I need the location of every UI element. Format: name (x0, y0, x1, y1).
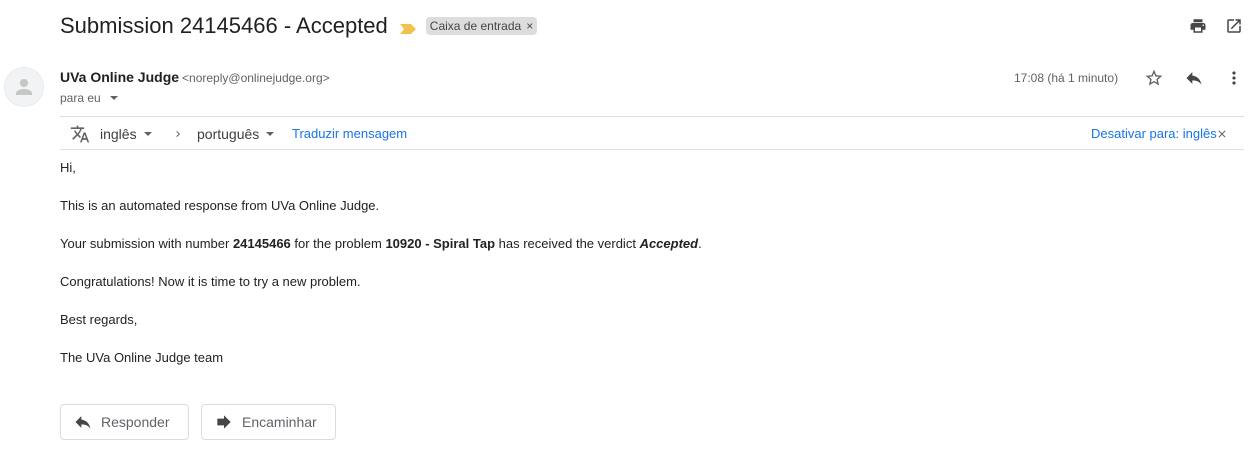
source-language-label: inglês (100, 125, 137, 142)
email-timestamp: 17:08 (há 1 minuto) (1014, 71, 1119, 85)
submission-number: 24145466 (232, 236, 291, 251)
recipients-label: para eu (60, 91, 101, 105)
remove-label-button[interactable]: × (526, 19, 533, 33)
message-line-2: Your submission with number 24145466 for… (60, 236, 702, 251)
printer-icon (1190, 19, 1206, 33)
message-greeting: Hi, (60, 160, 76, 175)
more-options-button[interactable] (1224, 68, 1244, 88)
chevron-down-icon (266, 131, 275, 136)
reply-icon (1186, 72, 1202, 85)
person-icon (16, 79, 32, 95)
problem-name: 10920 - Spiral Tap (385, 236, 496, 251)
chevron-down-icon (109, 96, 118, 100)
disable-translation-link[interactable]: Desativar para: inglês (1091, 117, 1217, 150)
translation-bar: inglês português Traduzir mensagem Desat… (60, 116, 1244, 150)
close-translation-bar-button[interactable] (1216, 117, 1228, 150)
email-subject: Submission 24145466 - Accepted (60, 13, 388, 38)
sender-line: UVa Online Judge <noreply@onlinejudge.or… (60, 69, 330, 85)
star-outline-icon (1145, 69, 1163, 86)
forward-button-label: Encaminhar (242, 414, 317, 430)
target-language-select[interactable]: português (197, 117, 275, 150)
open-in-new-window-icon (1227, 19, 1241, 33)
reply-footer-button[interactable]: Responder (60, 404, 189, 440)
message-text: for the problem (290, 236, 386, 251)
chevron-down-icon (143, 131, 152, 136)
reply-icon (73, 412, 93, 432)
sender-name[interactable]: UVa Online Judge (60, 69, 179, 85)
sender-avatar[interactable] (4, 67, 44, 107)
verdict: Accepted (639, 236, 699, 251)
forward-button[interactable]: Encaminhar (201, 404, 336, 440)
target-language-label: português (197, 125, 260, 142)
email-subject-row: Submission 24145466 - Accepted Caixa de … (60, 12, 538, 40)
translate-message-link[interactable]: Traduzir mensagem (292, 117, 407, 150)
message-closing: Best regards, (60, 312, 138, 327)
star-button[interactable] (1144, 68, 1164, 88)
sender-email: <noreply@onlinejudge.org> (182, 71, 330, 85)
reply-button-label: Responder (101, 414, 170, 430)
inbox-label-text: Caixa de entrada (429, 19, 522, 33)
close-icon (1218, 130, 1226, 137)
importance-marker-icon[interactable] (399, 21, 416, 34)
open-in-new-window-button[interactable] (1224, 16, 1244, 36)
print-button[interactable] (1188, 16, 1208, 36)
inbox-label-chip: Caixa de entrada × (425, 17, 538, 35)
chevron-right-icon (172, 117, 184, 150)
translate-icon (70, 117, 90, 150)
message-line-1: This is an automated response from UVa O… (60, 198, 380, 213)
message-signature: The UVa Online Judge team (60, 350, 224, 365)
message-text: has received the verdict (495, 236, 640, 251)
message-line-3: Congratulations! Now it is time to try a… (60, 274, 361, 289)
recipients-dropdown[interactable]: para eu (60, 91, 118, 105)
more-vert-icon (1232, 71, 1236, 85)
message-text: . (698, 236, 702, 251)
forward-icon (214, 412, 234, 432)
message-text: Your submission with number (60, 236, 233, 251)
source-language-select[interactable]: inglês (100, 117, 152, 150)
reply-button[interactable] (1184, 68, 1204, 88)
